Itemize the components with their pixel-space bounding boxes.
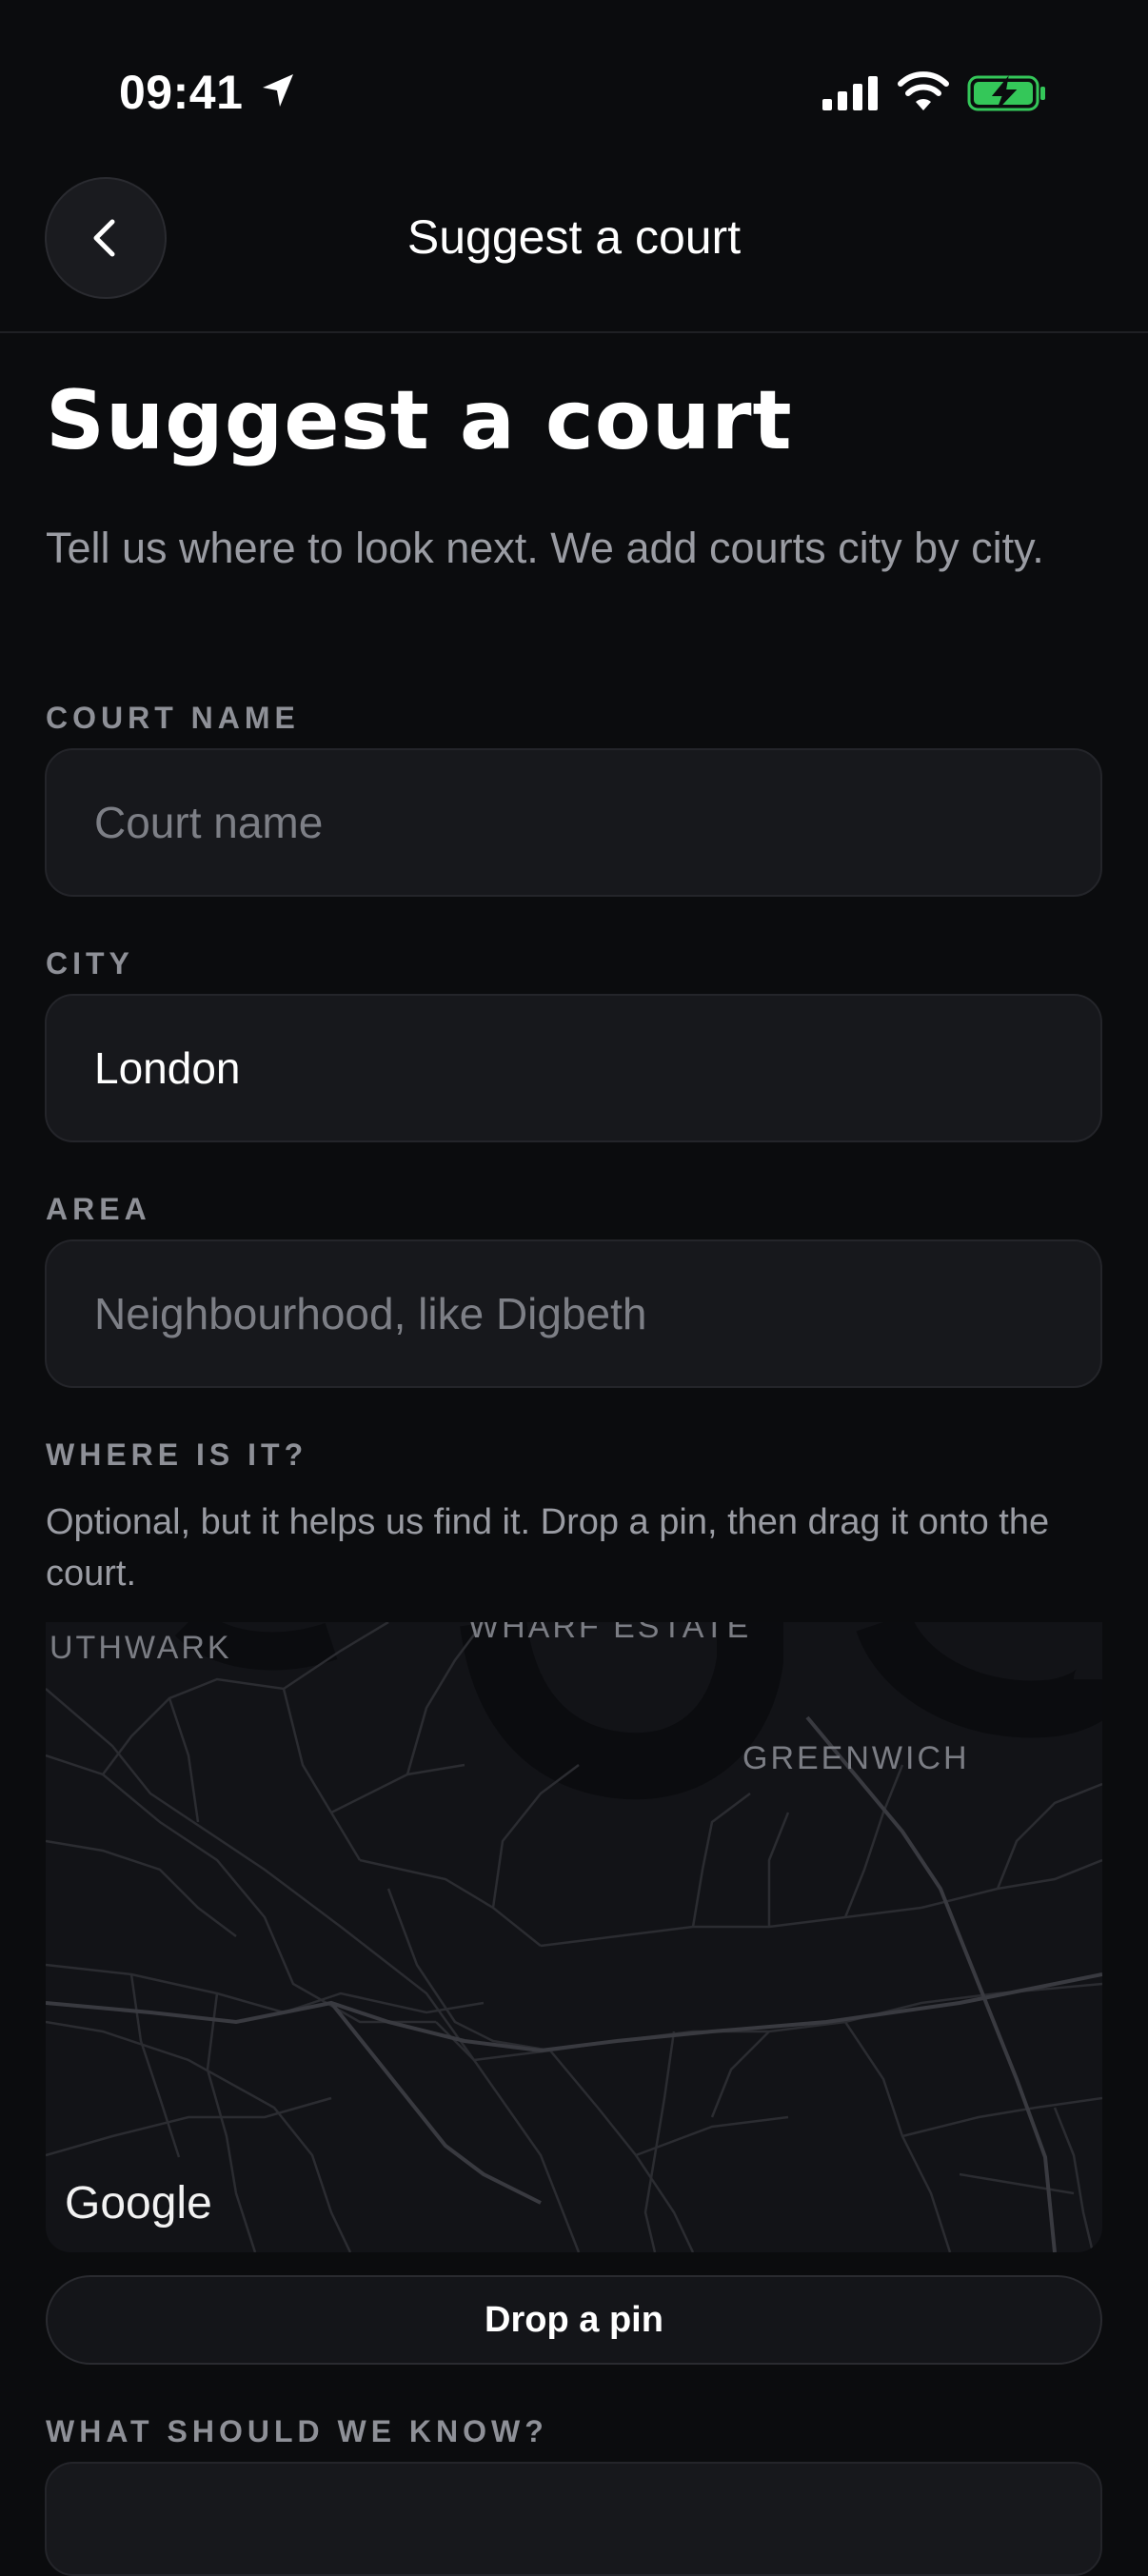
battery-charging-icon [967,75,1045,111]
page-subtitle: Tell us where to look next. We add court… [46,524,1044,572]
court-name-label: COURT NAME [46,701,300,735]
city-label: CITY [46,946,134,981]
google-attribution: Google [65,2178,212,2229]
map-label-greenwich: GREENWICH [742,1740,970,1776]
status-bar: 09:41 [0,0,1148,181]
court-name-input[interactable] [45,748,1102,897]
nav-title: Suggest a court [406,210,742,264]
city-input[interactable] [45,994,1102,1142]
location-helper-text: Optional, but it helps us find it. Drop … [46,1502,1050,1594]
location-label: WHERE IS IT? [46,1437,308,1472]
area-input[interactable] [45,1239,1102,1388]
map-label-wharf-estate: WHARF ESTATE [468,1622,752,1645]
page-title: Suggest a court [46,373,793,468]
location-arrow-icon [263,74,293,107]
status-time: 09:41 [119,66,244,119]
map-view[interactable]: UTHWARK WHARF ESTATE GREENWICH Google [46,1622,1102,2252]
cellular-signal-icon [822,76,878,110]
notes-label: WHAT SHOULD WE KNOW? [46,2414,548,2448]
drop-pin-button[interactable]: Drop a pin [46,2275,1102,2365]
wifi-icon [898,71,949,110]
map-label-southwark: UTHWARK [49,1630,232,1666]
navigation-bar: Suggest a court [0,171,1148,333]
notes-input[interactable] [45,2462,1102,2576]
area-label: AREA [46,1192,151,1226]
map-roads [46,1622,1102,2252]
